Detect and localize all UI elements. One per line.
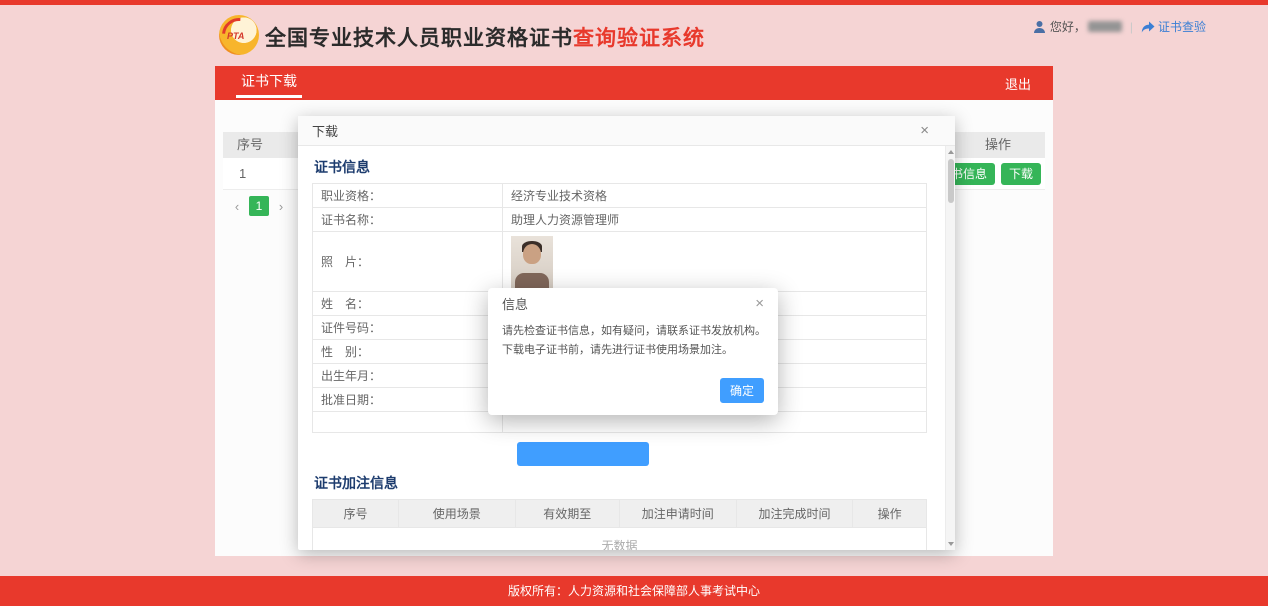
column-header: 加注完成时间 [736,500,853,528]
annotation-header-row: 序号 使用场景 有效期至 加注申请时间 加注完成时间 操作 [313,500,927,528]
share-arrow-icon [1141,21,1155,33]
scroll-down-icon[interactable] [948,542,954,546]
table-row: 照 片： [313,232,927,292]
field-label: 证件号码： [313,316,503,340]
account-bar: 您好， | 证书查验 [1033,18,1206,35]
column-header-action: 操作 [985,132,1011,158]
prev-page-icon[interactable]: ‹ [229,199,245,214]
field-label: 性 别： [313,340,503,364]
page-footer: 版权所有：人力资源和社会保障部人事考试中心 [0,576,1268,606]
account-divider: | [1130,20,1133,34]
column-header: 序号 [313,500,399,528]
field-value: 经济专业技术资格 [503,184,927,208]
pta-logo-text: PTA [227,31,244,41]
user-icon [1033,20,1046,33]
site-title-accent: 查询验证系统 [573,27,705,50]
column-header: 使用场景 [398,500,515,528]
field-label: 照 片： [313,232,503,292]
column-header: 有效期至 [515,500,619,528]
info-dialog-footer: 确定 [488,378,778,415]
info-dialog-body: 请先检查证书信息，如有疑问，请联系证书发放机构。 下载电子证书前，请先进行证书使… [488,318,778,360]
cert-verify-link-label: 证书查验 [1158,18,1206,35]
next-page-icon[interactable]: › [273,199,289,214]
scrollbar-thumb[interactable] [948,159,954,203]
empty-label-cell [313,412,503,433]
table-row: 证书名称： 助理人力资源管理师 [313,208,927,232]
site-title: 全国专业技术人员职业资格证书查询验证系统 [265,22,705,52]
no-data-text: 无数据 [313,528,927,551]
field-label: 职业资格： [313,184,503,208]
page-number-1[interactable]: 1 [249,196,269,216]
field-value: 助理人力资源管理师 [503,208,927,232]
info-dialog-line2: 下载电子证书前，请先进行证书使用场景加注。 [502,341,764,360]
greeting-text: 您好， [1050,18,1086,35]
field-label: 姓 名： [313,292,503,316]
info-dialog: 信息 × 请先检查证书信息，如有疑问，请联系证书发放机构。 下载电子证书前，请先… [488,288,778,415]
cert-verify-link[interactable]: 证书查验 [1141,18,1206,35]
row-index-cell: 1 [239,166,246,181]
confirm-button[interactable]: 确定 [720,378,764,403]
download-modal-header: 下载 × [298,116,955,146]
modal-scrollbar[interactable] [945,146,955,550]
redacted-username [1088,21,1122,32]
cert-info-section-title: 证书信息 [312,154,927,183]
info-dialog-line1: 请先检查证书信息，如有疑问，请联系证书发放机构。 [502,322,764,341]
photo-head-shape [523,244,541,264]
column-header: 加注申请时间 [619,500,736,528]
row-download-button[interactable]: 下载 [1001,163,1041,185]
field-label: 批准日期： [313,388,503,412]
close-icon[interactable]: × [920,123,929,138]
site-title-main: 全国专业技术人员职业资格证书 [265,27,573,50]
copyright-text: 版权所有：人力资源和社会保障部人事考试中心 [508,584,760,598]
field-label: 出生年月： [313,364,503,388]
photo-torso-shape [515,273,549,288]
table-row: 职业资格： 经济专业技术资格 [313,184,927,208]
download-modal-title: 下载 [312,121,338,140]
pagination: ‹ 1 › [229,196,289,216]
pta-logo: PTA [219,15,259,55]
annotation-table: 序号 使用场景 有效期至 加注申请时间 加注完成时间 操作 无数据 [312,499,927,550]
scroll-up-icon[interactable] [948,150,954,154]
main-nav: 证书下载 退出 [215,66,1053,100]
photo-cell [503,232,927,292]
no-data-row: 无数据 [313,528,927,551]
certificate-photo [511,236,553,288]
field-label: 证书名称： [313,208,503,232]
tab-cert-download[interactable]: 证书下载 [241,66,297,100]
usage-annotation-button[interactable] [517,442,649,466]
column-header-index: 序号 [237,137,263,152]
info-dialog-header: 信息 × [488,288,778,318]
column-header: 操作 [853,500,927,528]
close-icon[interactable]: × [755,296,764,311]
logout-button[interactable]: 退出 [1005,74,1031,93]
annotation-section-title: 证书加注信息 [312,470,927,499]
page-header: PTA 全国专业技术人员职业资格证书查询验证系统 [215,5,1053,66]
info-dialog-title: 信息 [502,294,528,313]
